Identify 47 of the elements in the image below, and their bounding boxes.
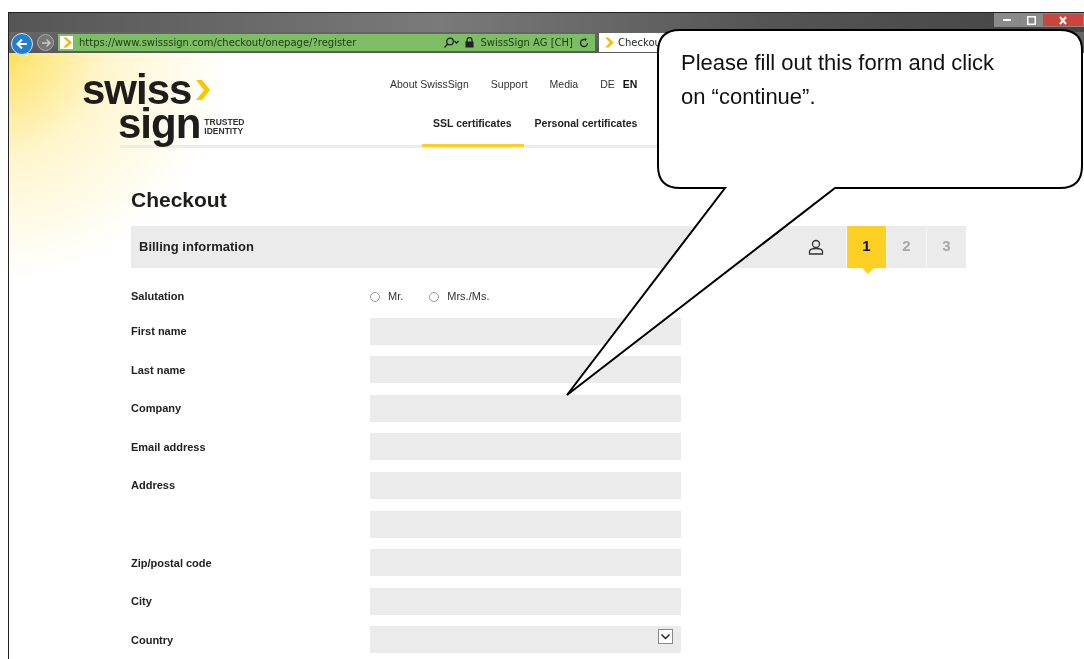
field-label: First name <box>131 323 188 339</box>
input-field[interactable] <box>370 394 681 422</box>
field-label: City <box>131 594 153 610</box>
user-icon <box>808 238 824 255</box>
step-indicator: 3 <box>926 225 966 268</box>
maximize-button[interactable] <box>1020 13 1042 27</box>
forward-arrow-icon <box>40 37 51 48</box>
nav-link[interactable]: Media <box>549 77 579 93</box>
select-field[interactable] <box>370 626 681 654</box>
nav-link[interactable]: About SwissSign <box>390 77 469 93</box>
field-label: Zip/postal code <box>131 555 213 571</box>
field-label: Address <box>131 478 177 494</box>
field-label: Salutation <box>131 289 186 305</box>
radio-option[interactable]: Mrs./Ms. <box>429 288 490 305</box>
close-button[interactable] <box>1042 13 1084 27</box>
maximize-icon <box>1026 15 1036 25</box>
caret-icon[interactable] <box>658 629 673 645</box>
chevron-icon <box>605 37 614 48</box>
back-arrow-icon <box>16 37 28 50</box>
back-button[interactable] <box>11 32 33 55</box>
lock-icon <box>465 37 475 48</box>
refresh-icon[interactable] <box>579 37 589 48</box>
field-label: Company <box>131 401 183 417</box>
nav-tab[interactable]: SSL certificates <box>422 103 524 147</box>
url-text[interactable]: https://www.swisssign.com/checkout/onepage/?register <box>79 35 438 50</box>
field-label: Country <box>131 632 175 648</box>
page-heading: Checkout <box>131 187 228 214</box>
field-label: Email address <box>131 439 207 455</box>
input-field[interactable] <box>370 356 681 384</box>
section-title: Billing information <box>138 237 255 256</box>
site-identity[interactable]: SwissSign AG [CH] <box>480 35 573 50</box>
step-indicator: 2 <box>886 225 926 268</box>
language-link[interactable]: DE <box>600 77 615 93</box>
close-icon <box>1059 15 1067 25</box>
chevron-icon <box>60 36 73 49</box>
nav-link[interactable]: Support <box>490 77 528 93</box>
pointer-icon <box>862 267 874 274</box>
radio-option[interactable]: Mr. <box>370 288 404 305</box>
nav-tab[interactable]: Personal certificates <box>523 103 650 147</box>
chevron-icon <box>195 78 212 101</box>
forward-button[interactable] <box>37 34 54 51</box>
search-icon[interactable] <box>443 37 460 48</box>
minimize-button[interactable] <box>994 13 1020 27</box>
language-link[interactable]: EN <box>622 77 638 93</box>
minimize-icon <box>1003 19 1011 21</box>
callout-text: Please fill out this form and click on “continue”. <box>681 49 996 111</box>
field-label: Last name <box>131 362 187 378</box>
